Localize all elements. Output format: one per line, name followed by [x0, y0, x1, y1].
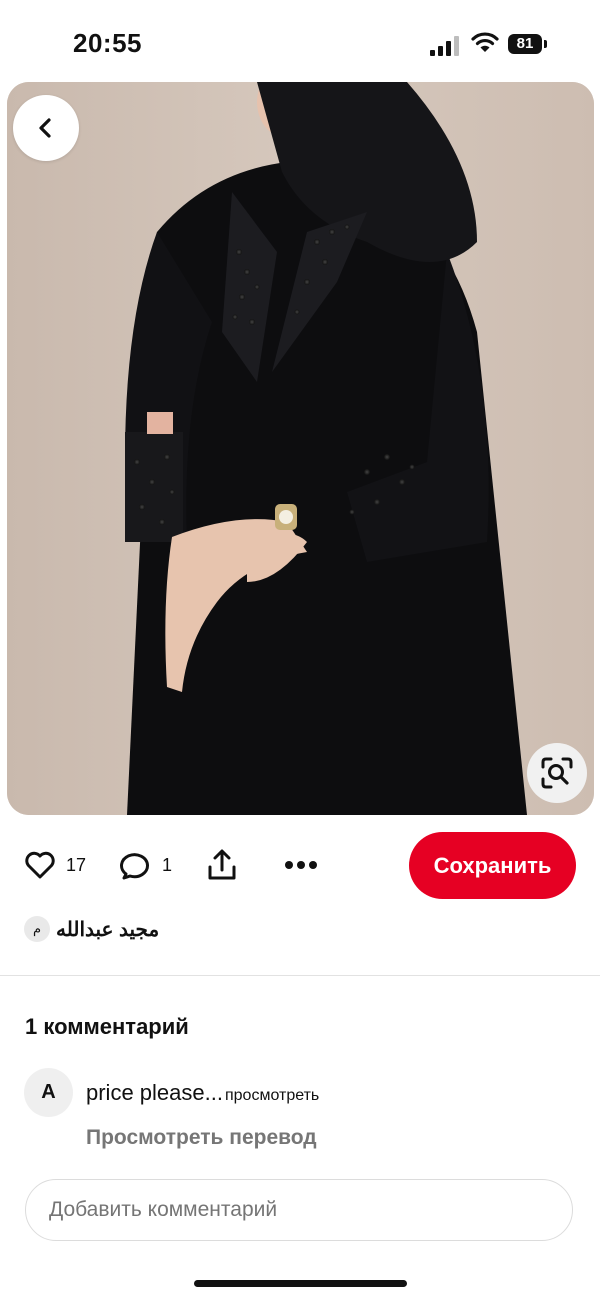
comment-button[interactable]: 1	[120, 850, 172, 880]
heart-icon	[25, 851, 55, 879]
view-translation-link[interactable]: Просмотреть перевод	[86, 1126, 317, 1150]
save-button[interactable]: Сохранить	[409, 832, 576, 899]
more-dots-icon	[285, 861, 317, 869]
comment-text: price please... просмотреть	[86, 1080, 319, 1106]
author-name[interactable]: مجيد عبدالله	[56, 917, 159, 942]
battery-cap	[544, 40, 547, 48]
commenter-avatar[interactable]: A	[24, 1068, 73, 1117]
like-button[interactable]: 17	[24, 850, 86, 880]
share-button[interactable]	[206, 848, 238, 882]
add-comment-input[interactable]	[25, 1179, 573, 1241]
visual-search-button[interactable]	[527, 743, 587, 803]
wifi-icon	[471, 32, 499, 52]
pin-author[interactable]: م مجيد عبدالله	[24, 916, 159, 942]
section-divider	[0, 975, 600, 976]
status-time: 20:55	[73, 28, 142, 58]
comment-count: 1	[162, 854, 173, 875]
like-count: 17	[66, 854, 87, 875]
battery-indicator: 81	[508, 34, 542, 54]
chevron-left-icon	[39, 118, 51, 138]
home-indicator[interactable]	[194, 1280, 407, 1287]
comment-ellipsis: ...	[204, 1080, 223, 1105]
author-avatar[interactable]: م	[24, 916, 50, 942]
status-bar: 20:55 81	[0, 0, 600, 80]
visual-search-icon	[541, 757, 573, 789]
comments-heading: 1 комментарий	[25, 1014, 189, 1039]
more-options-button[interactable]	[284, 852, 318, 878]
back-button[interactable]	[13, 95, 79, 161]
comment-body: price please	[86, 1080, 205, 1105]
comment-view-more[interactable]: просмотреть	[225, 1087, 319, 1104]
pin-image[interactable]	[7, 82, 594, 815]
share-icon	[208, 849, 236, 880]
pin-image-illustration	[7, 82, 594, 815]
comment-bubble-icon	[120, 853, 149, 880]
signal-icon	[430, 36, 464, 56]
